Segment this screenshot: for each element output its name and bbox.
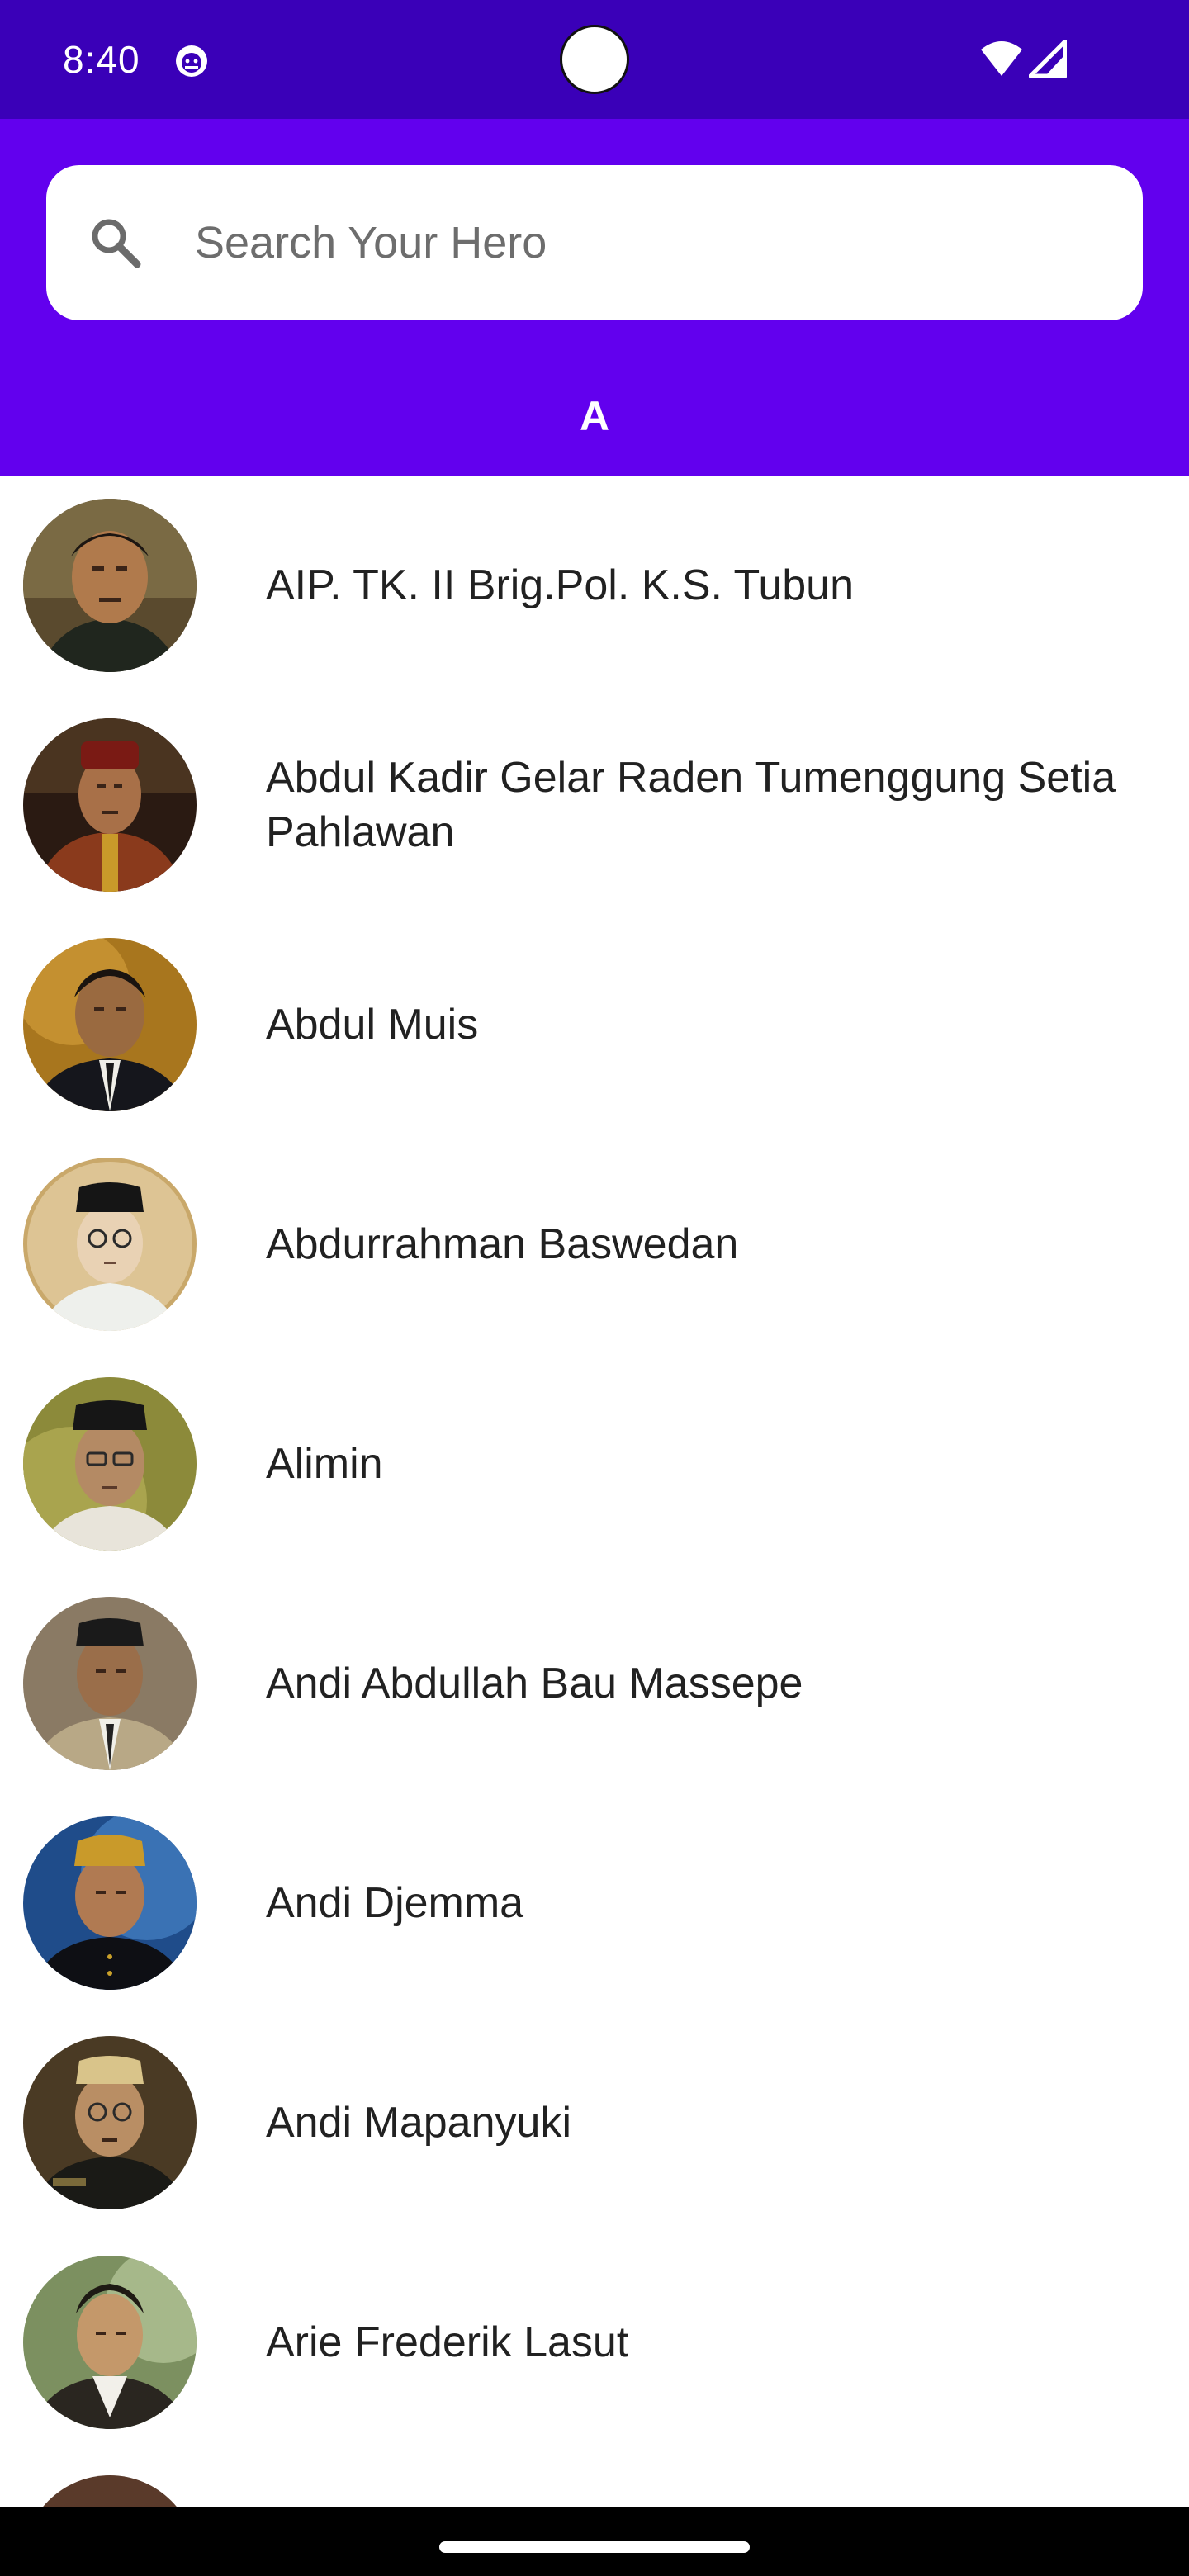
navigation-bar — [0, 2507, 1189, 2576]
hero-avatar — [23, 938, 197, 1111]
home-gesture-handle[interactable] — [439, 2541, 750, 2553]
hero-list-item[interactable]: Alimin — [0, 1354, 1189, 1574]
section-header-letter: A — [579, 393, 610, 439]
search-icon[interactable] — [86, 213, 145, 272]
hero-name: Andi Mapanyuki — [266, 2099, 571, 2147]
hero-avatar — [23, 2475, 197, 2507]
hero-avatar — [23, 1816, 197, 1990]
hero-name: Andi Abdullah Bau Massepe — [266, 1660, 803, 1707]
hero-list-item[interactable]: Abdul Kadir Gelar Raden Tumenggung Setia… — [0, 695, 1189, 915]
hero-avatar — [23, 1377, 197, 1551]
hero-avatar — [23, 1597, 197, 1770]
hero-list-item[interactable]: Abdurrahman Baswedan — [0, 1134, 1189, 1354]
hero-name: Abdul Muis — [266, 1001, 479, 1049]
app-header: A — [0, 119, 1189, 476]
search-bar[interactable] — [46, 165, 1143, 320]
status-bar: 8:40 — [0, 0, 1189, 119]
hero-name: Abdul Kadir Gelar Raden Tumenggung Setia… — [266, 754, 1116, 856]
hero-name: Arie Frederik Lasut — [266, 2318, 629, 2366]
hero-avatar — [23, 2036, 197, 2209]
hero-avatar — [23, 2256, 197, 2429]
hero-list-item[interactable]: Arie Frederik Lasut — [0, 2233, 1189, 2452]
hero-avatar — [23, 718, 197, 892]
search-input[interactable] — [195, 198, 1103, 287]
android-debug-icon — [176, 45, 207, 77]
wifi-icon — [981, 41, 1022, 76]
status-time: 8:40 — [63, 38, 140, 81]
cell-signal-icon — [1029, 40, 1067, 78]
hero-name: AIP. TK. II Brig.Pol. K.S. Tubun — [266, 561, 855, 609]
hero-list-item[interactable]: AIP. TK. II Brig.Pol. K.S. Tubun — [0, 476, 1189, 695]
hero-avatar — [23, 499, 197, 672]
hero-list-item[interactable]: Abdul Muis — [0, 915, 1189, 1134]
hero-avatar — [23, 1158, 197, 1331]
hero-list-item[interactable]: Andi Abdullah Bau Massepe — [0, 1574, 1189, 1793]
hero-list[interactable]: AIP. TK. II Brig.Pol. K.S. Tubun Abdul K… — [0, 476, 1189, 2507]
hero-name: Andi Djemma — [266, 1879, 524, 1927]
hero-list-item-partial[interactable] — [0, 2452, 1189, 2507]
hero-name: Alimin — [266, 1440, 383, 1488]
hero-list-item[interactable]: Andi Djemma — [0, 1793, 1189, 2013]
hero-list-item[interactable]: Andi Mapanyuki — [0, 2013, 1189, 2233]
camera-cutout — [560, 25, 629, 94]
app-screen: 8:40 A — [0, 0, 1189, 2576]
hero-name: Abdurrahman Baswedan — [266, 1220, 739, 1268]
